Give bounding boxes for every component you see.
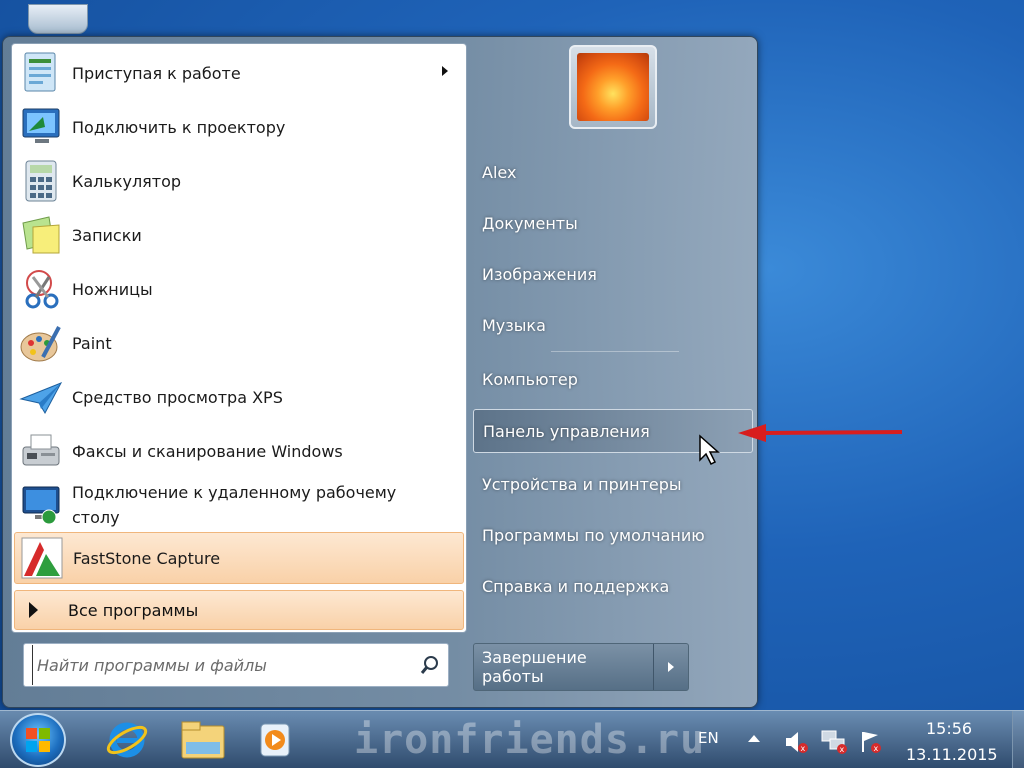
right-item-pictures[interactable]: Изображения [473,252,753,296]
right-item-label: Панель управления [483,421,650,441]
media-player-icon[interactable] [246,715,304,765]
shutdown-group: Завершение работы [473,643,689,691]
program-paint[interactable]: Paint [14,316,464,370]
program-fax-scan[interactable]: Факсы и сканирование Windows [14,424,464,478]
clock-time[interactable]: 15:56 [926,719,972,738]
right-item-label: Устройства и принтеры [482,474,682,494]
windows-explorer-icon[interactable] [174,715,232,765]
program-label: FastStone Capture [73,548,221,568]
network-disconnected-icon[interactable]: x [820,729,847,755]
program-remote-desktop[interactable]: Подключение к удаленному рабочему столу [14,478,464,532]
language-indicator[interactable]: EN [698,729,719,747]
start-button[interactable] [10,713,66,767]
chevron-right-icon [668,662,674,672]
right-item-computer[interactable]: Компьютер [473,357,753,401]
search-box [23,643,449,687]
svg-text:x: x [840,745,845,754]
program-label: Paint [72,333,112,353]
clock-date[interactable]: 13.11.2015 [906,745,998,764]
right-item-documents[interactable]: Документы [473,201,753,245]
right-item-label: Компьютер [482,369,578,389]
right-item-help-support[interactable]: Справка и поддержка [473,564,753,608]
recycle-bin-icon[interactable] [28,4,88,34]
right-item-label: Alex [482,162,517,182]
program-label: Приступая к работе [72,63,241,83]
internet-explorer-icon[interactable] [98,715,156,765]
separator [551,351,679,352]
right-item-user[interactable]: Alex [473,150,753,194]
shutdown-options-button[interactable] [654,644,688,690]
calculator-icon [16,156,66,206]
start-menu: Приступая к работе Подключить к проектор… [2,36,758,708]
search-input[interactable] [32,645,412,685]
right-item-label: Изображения [482,264,597,284]
right-item-label: Программы по умолчанию [482,525,705,545]
show-hidden-icons-icon[interactable] [748,735,760,742]
sticky-notes-icon [16,210,66,260]
flower-user-picture [577,53,649,121]
program-snipping-tool[interactable]: Ножницы [14,262,464,316]
volume-muted-icon[interactable]: x [784,729,810,755]
program-label: Подключить к проектору [72,117,286,137]
watermark: ironfriends.ru [354,717,706,763]
projector-icon [16,102,66,152]
xps-viewer-icon [16,372,66,422]
program-label: Факсы и сканирование Windows [72,441,343,461]
taskbar: ironfriends.ru EN x x x 15:56 13.11.2015 [0,710,1024,768]
mouse-cursor-icon [699,434,720,466]
program-label-line-1: Подключение к удаленному рабочему [72,483,397,502]
program-label: Калькулятор [72,171,182,191]
show-desktop-button[interactable] [1012,711,1024,768]
search-icon[interactable] [412,645,448,685]
all-programs-label: Все программы [68,600,199,620]
program-faststone-capture[interactable]: FastStone Capture [14,532,464,584]
getting-started-icon [16,48,66,98]
all-programs-button[interactable]: Все программы [14,590,464,630]
program-label: Ножницы [72,279,153,299]
fax-scan-icon [16,426,66,476]
submenu-arrow-icon [442,66,448,76]
right-item-label: Документы [482,213,578,233]
program-label: Подключение к удаленному рабочему столу [72,480,396,530]
right-item-devices-printers[interactable]: Устройства и принтеры [473,462,753,506]
play-arrow-icon [29,602,38,618]
program-projector[interactable]: Подключить к проектору [14,100,464,154]
shutdown-button[interactable]: Завершение работы [474,644,654,690]
windows-logo-icon [26,728,50,752]
right-item-music[interactable]: Музыка [473,303,753,347]
annotation-arrow-icon [738,424,903,442]
program-label-line-2: столу [72,508,120,527]
program-xps-viewer[interactable]: Средство просмотра XPS [14,370,464,424]
paint-icon [16,318,66,368]
program-getting-started[interactable]: Приступая к работе [14,46,464,100]
right-item-label: Справка и поддержка [482,576,670,596]
right-item-label: Музыка [482,315,546,335]
svg-text:x: x [874,744,879,753]
faststone-icon [17,533,67,583]
action-center-icon[interactable]: x [858,729,884,755]
scissors-icon [16,264,66,314]
program-sticky-notes[interactable]: Записки [14,208,464,262]
programs-pane: Приступая к работе Подключить к проектор… [11,43,467,633]
program-label: Средство просмотра XPS [72,387,283,407]
program-label: Записки [72,225,142,245]
svg-text:x: x [801,744,806,753]
remote-desktop-icon [16,480,66,530]
program-calculator[interactable]: Калькулятор [14,154,464,208]
user-picture[interactable] [569,45,657,129]
right-item-default-programs[interactable]: Программы по умолчанию [473,513,753,557]
